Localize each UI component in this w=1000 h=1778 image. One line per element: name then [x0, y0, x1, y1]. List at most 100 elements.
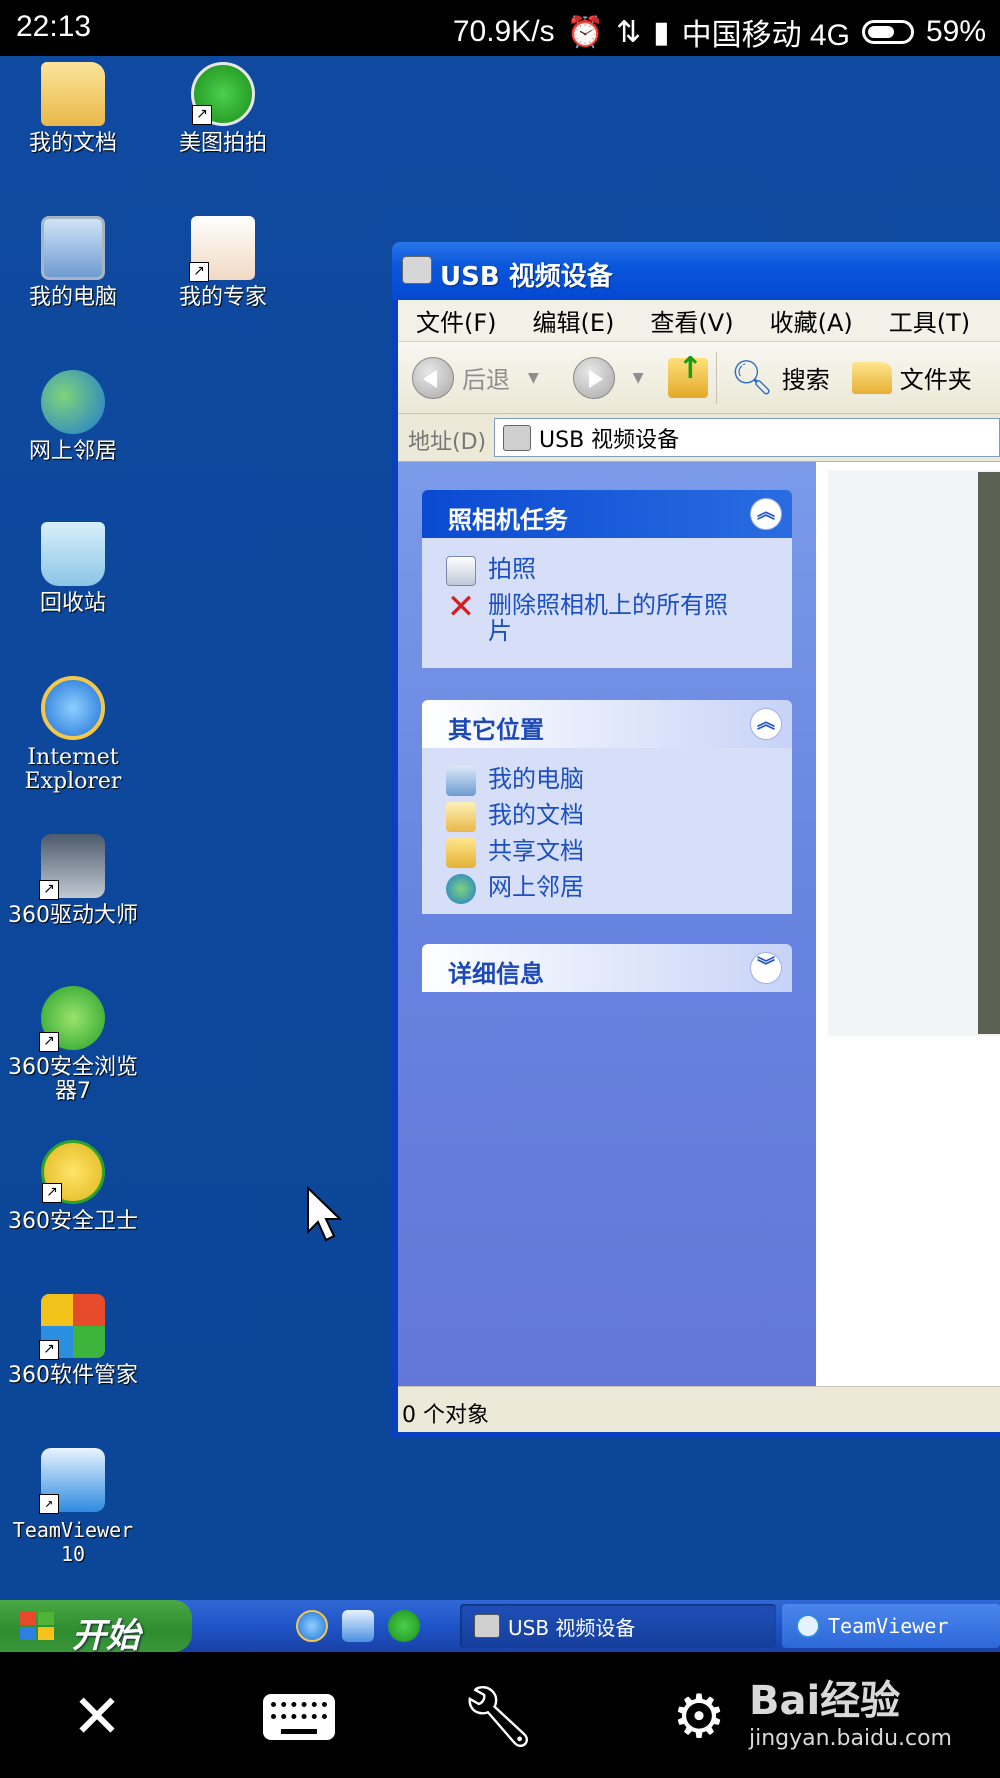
shortcut-arrow-icon: ↗ [42, 1183, 62, 1203]
network-speed: 70.9K/s [452, 15, 555, 48]
computer-icon [446, 766, 476, 796]
folders-button[interactable]: 文件夹 [851, 360, 972, 395]
teamviewer-icon: ↗ [39, 1448, 105, 1514]
desktop: 我的文档 我的电脑 网上邻居 回收站 Internet Explorer ↗ 3… [0, 56, 1000, 1600]
details-header[interactable]: 详细信息 ︾ [422, 944, 792, 992]
network-icon [41, 370, 105, 434]
expand-chevron-icon[interactable]: ︾ [750, 952, 782, 984]
collapse-chevron-icon[interactable]: ︽ [750, 708, 782, 740]
address-field[interactable]: USB 视频设备 [494, 418, 1000, 457]
start-button[interactable]: 开始 [0, 1600, 192, 1656]
shortcut-arrow-icon: ↗ [39, 1032, 59, 1052]
clock: 22:13 [16, 10, 92, 43]
360-browser-icon: ↗ [39, 986, 105, 1052]
doctor-icon: ↗ [189, 216, 255, 282]
delete-all-photos-link[interactable]: ✕ 删除照相机上的所有照片 [446, 590, 792, 644]
menu-bar: 文件(F) 编辑(E) 查看(V) 收藏(A) 工具(T) [398, 300, 1000, 342]
desktop-icon-360-driver[interactable]: ↗ 360驱动大师 [0, 834, 146, 928]
other-places-panel: 其它位置 ︽ 我的电脑 我的文档 共享文档 网上邻居 [422, 700, 792, 914]
desktop-icon-my-expert[interactable]: ↗ 我的专家 [150, 216, 296, 310]
camera-tasks-header[interactable]: 照相机任务 ︽ [422, 490, 792, 538]
keyboard-icon[interactable] [262, 1682, 336, 1752]
desktop-icon-360-browser[interactable]: ↗ 360安全浏览器7 [0, 986, 146, 1104]
dropdown-arrow-icon: ▼ [528, 369, 539, 386]
toolbar: 后退 ▼ ▼ ↑ 🔍︎ 搜索 文件夹 [398, 342, 1000, 414]
status-bar: 0 个对象 [398, 1386, 1000, 1432]
computer-icon [41, 216, 105, 280]
window-title: USB 视频设备 [440, 262, 613, 292]
task-pane: 照相机任务 ︽ 拍照 ✕ 删除照相机上的所有照片 其它位置 ︽ 我的电脑 我的文… [398, 462, 816, 1386]
folders-icon [851, 361, 892, 394]
windows-flag-icon [20, 1612, 56, 1642]
gear-icon[interactable]: ⚙ [664, 1682, 734, 1752]
360-software-manager-icon: ↗ [39, 1294, 105, 1360]
shortcut-arrow-icon: ↗ [39, 1340, 59, 1360]
desktop-icon-network[interactable]: 网上邻居 [0, 370, 146, 464]
data-transfer-icon: ⇅ [615, 15, 642, 49]
taskbar-item-teamviewer[interactable]: TeamViewer [782, 1604, 1000, 1648]
search-button[interactable]: 🔍︎ 搜索 [731, 358, 830, 398]
shortcut-arrow-icon: ↗ [39, 1494, 59, 1514]
mouse-cursor-icon [307, 1186, 343, 1242]
desktop-icon-teamviewer[interactable]: ↗ TeamViewer 10 [0, 1448, 146, 1566]
camera-preview-image [978, 472, 1000, 1034]
taskbar: 开始 USB 视频设备 TeamViewer [0, 1600, 1000, 1656]
take-photo-icon [446, 556, 476, 586]
desktop-icon-meitu-paipai[interactable]: ↗ 美图拍拍 [150, 62, 296, 156]
forward-button[interactable]: ▼ [572, 356, 644, 399]
other-place-shared-documents[interactable]: 共享文档 [446, 838, 792, 868]
teamviewer-icon [796, 1614, 820, 1638]
up-folder-button[interactable]: ↑ [667, 353, 708, 398]
taskbar-item-usb-video[interactable]: USB 视频设备 [460, 1604, 776, 1648]
take-photo-link[interactable]: 拍照 [446, 556, 792, 586]
shared-folder-icon [446, 838, 476, 868]
desktop-icon-360-security[interactable]: ↗ 360安全卫士 [0, 1140, 146, 1234]
explorer-window[interactable]: USB 视频设备 文件(F) 编辑(E) 查看(V) 收藏(A) 工具(T) 后… [392, 242, 1000, 1438]
desktop-icon-my-documents[interactable]: 我的文档 [0, 62, 146, 156]
quick-launch-meitu-icon[interactable] [388, 1610, 420, 1642]
shortcut-arrow-icon: ↗ [192, 105, 212, 125]
collapse-chevron-icon[interactable]: ︽ [750, 498, 782, 530]
360-security-icon: ↗ [41, 1140, 105, 1204]
desktop-icon-internet-explorer[interactable]: Internet Explorer [0, 676, 146, 794]
quick-launch-browser-icon[interactable] [342, 1610, 374, 1642]
camera-preview [828, 470, 1000, 1036]
meitu-paipai-icon: ↗ [191, 62, 255, 126]
menu-edit[interactable]: 编辑(E) [515, 303, 633, 338]
remote-control-bar: ✕ 🔧︎ ⚙ Bai经验 jingyan.baidu.com [0, 1652, 1000, 1778]
android-status-bar: 22:13 70.9K/s ⏰ ⇅ ▮ 中国移动 4G 59% [0, 0, 1000, 56]
camera-icon [402, 256, 432, 284]
internet-explorer-icon [41, 676, 105, 740]
desktop-icon-360-software-manager[interactable]: ↗ 360软件管家 [0, 1294, 146, 1388]
other-place-network[interactable]: 网上邻居 [446, 874, 792, 904]
other-place-my-documents[interactable]: 我的文档 [446, 802, 792, 832]
shortcut-arrow-icon: ↗ [189, 262, 209, 282]
menu-view[interactable]: 查看(V) [632, 303, 751, 338]
content-area[interactable] [816, 462, 1000, 1386]
address-label: 地址(D) [408, 430, 487, 455]
other-place-my-computer[interactable]: 我的电脑 [446, 766, 792, 796]
window-titlebar[interactable]: USB 视频设备 [392, 242, 1000, 300]
details-panel: 详细信息 ︾ [422, 944, 792, 992]
signal-icon: ▮ [653, 15, 670, 49]
shortcut-arrow-icon: ↗ [39, 880, 59, 900]
camera-tasks-panel: 照相机任务 ︽ 拍照 ✕ 删除照相机上的所有照片 [422, 490, 792, 668]
menu-tools[interactable]: 工具(T) [871, 303, 988, 338]
carrier: 中国移动 4G [681, 19, 850, 52]
360-driver-icon: ↗ [39, 834, 105, 900]
desktop-icon-my-computer[interactable]: 我的电脑 [0, 216, 146, 310]
search-icon: 🔍︎ [730, 357, 774, 398]
back-button[interactable]: 后退 ▼ [412, 356, 539, 399]
quick-launch-ie-icon[interactable] [296, 1610, 328, 1642]
wrench-icon[interactable]: 🔧︎ [460, 1682, 536, 1752]
menu-file[interactable]: 文件(F) [398, 303, 515, 338]
network-icon [446, 874, 476, 904]
menu-favorites[interactable]: 收藏(A) [752, 303, 871, 338]
battery-icon [861, 20, 914, 44]
other-places-header[interactable]: 其它位置 ︽ [422, 700, 792, 748]
close-icon[interactable]: ✕ [62, 1682, 132, 1752]
recycle-bin-icon [41, 522, 105, 586]
toolbar-separator [715, 351, 717, 404]
folder-icon [41, 62, 105, 126]
desktop-icon-recycle-bin[interactable]: 回收站 [0, 522, 146, 616]
